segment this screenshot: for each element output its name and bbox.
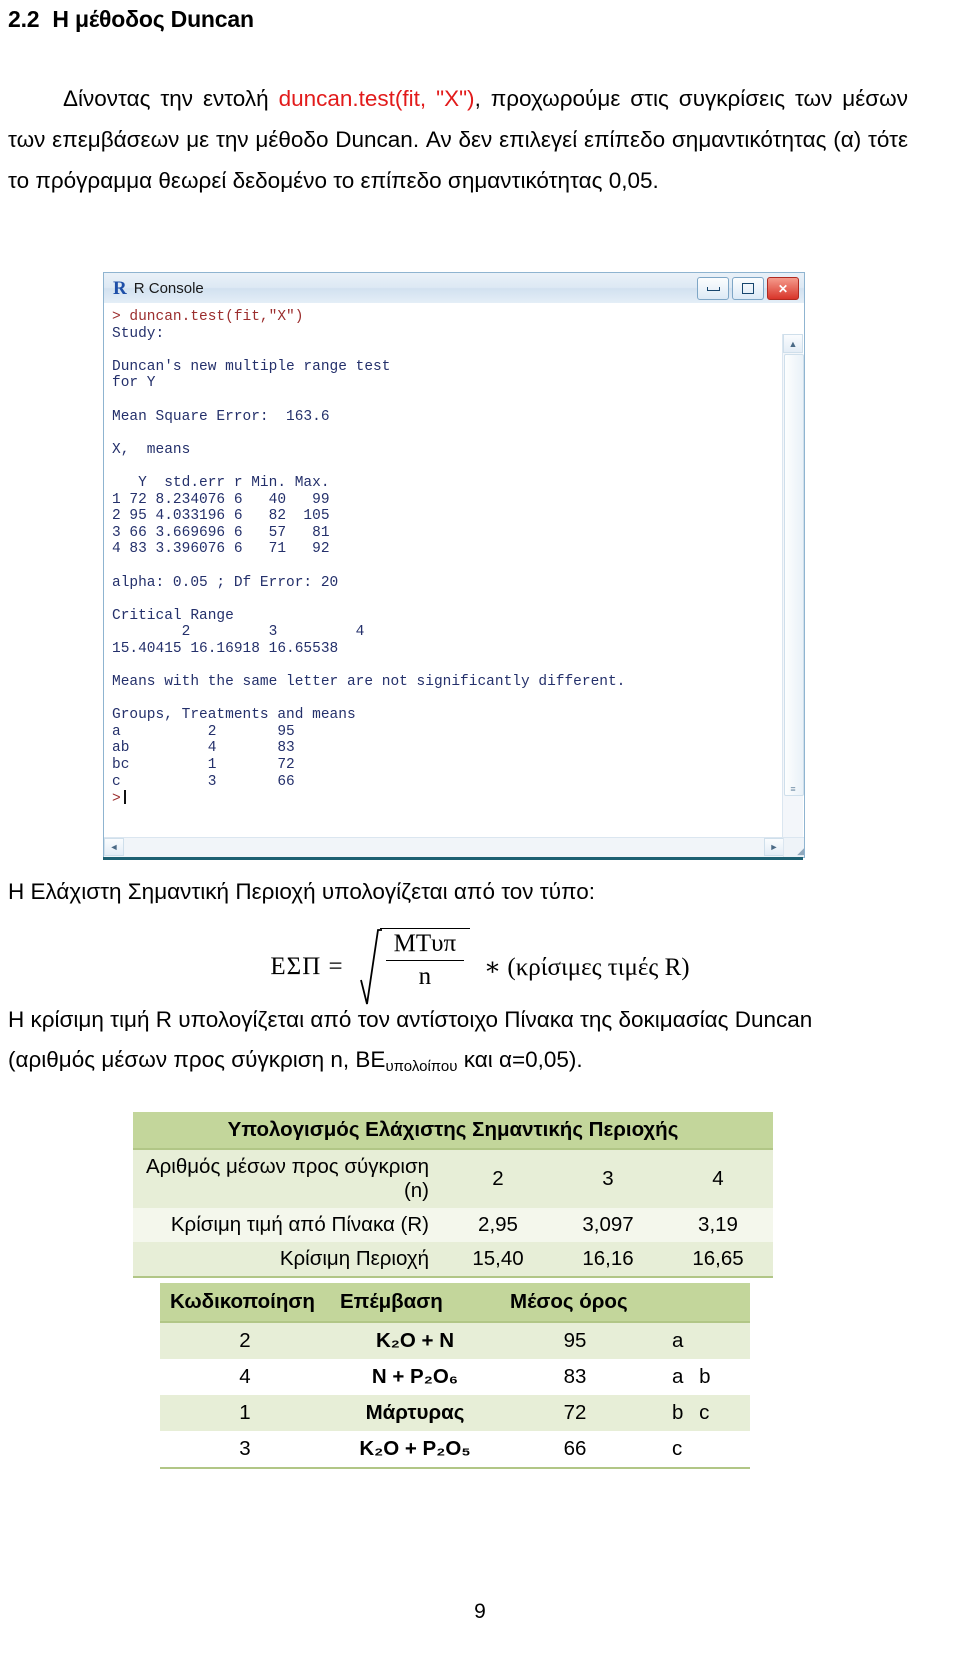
figure-underline	[103, 857, 803, 860]
maximize-icon[interactable]	[732, 277, 764, 300]
table2-row2-code: 1	[160, 1395, 330, 1431]
radical-sign	[359, 928, 382, 1006]
table1-row1-val0: 2,95	[443, 1208, 553, 1242]
table2-row2-mean: 72	[500, 1395, 650, 1431]
table2-row3-code: 3	[160, 1431, 330, 1469]
table1-title: Υπολογισμός Ελάχιστης Σημαντικής Περιοχή…	[133, 1112, 773, 1150]
page-number: 9	[474, 1600, 486, 1623]
table-row: Αριθμός μέσων προς σύγκριση (n) 2 3 4	[133, 1149, 773, 1208]
table1-row0-val2: 4	[663, 1149, 773, 1208]
inline-code-duncan-test: duncan.test(fit, "Χ")	[278, 86, 475, 111]
esp-calculation-table: Υπολογισμός Ελάχιστης Σημαντικής Περιοχή…	[133, 1112, 773, 1278]
scroll-grip-icon: ≡	[790, 784, 796, 794]
table2-header-code: Κωδικοποίηση	[160, 1283, 330, 1323]
fraction-denominator: n	[385, 960, 465, 992]
document-page: 2.2 Η μέθοδος Duncan Δίνοντας την εντολή …	[0, 0, 960, 1655]
horizontal-scrollbar[interactable]: ◄ ►	[104, 837, 784, 857]
r-prompt: >	[112, 791, 121, 808]
fraction-numerator: ΜΤυπ	[393, 930, 457, 957]
formula-intro-text: Η Ελάχιστη Σημαντική Περιοχή υπολογίζετα…	[8, 879, 595, 904]
intro-paragraph: Δίνοντας την εντολή duncan.test(fit, "Χ"…	[8, 78, 908, 201]
table-row: 2 K₂O + N 95 a	[160, 1322, 750, 1359]
treatment-means-table: Κωδικοποίηση Επέμβαση Μέσος όρος 2 K₂O +…	[160, 1283, 750, 1469]
vertical-scroll-thumb[interactable]	[784, 354, 804, 796]
table2-row0-code: 2	[160, 1322, 330, 1359]
table2-row3-treatment: K₂O + P₂O₅	[330, 1431, 500, 1469]
table2-row2-group: b c	[650, 1395, 750, 1431]
table1-row0-val0: 2	[443, 1149, 553, 1208]
explanation-line2a: (αριθμός μέσων προς σύγκριση n, ΒΕ	[8, 1047, 386, 1072]
r-logo-icon: R	[113, 277, 127, 299]
text-caret	[123, 790, 126, 805]
section-title: Η μέθοδος Duncan	[52, 6, 254, 32]
r-console-body: > duncan.test(fit,"X") Study: Duncan's n…	[104, 303, 804, 857]
fraction: ΜΤυπ n	[379, 928, 471, 1006]
scroll-left-icon[interactable]: ◄	[104, 838, 124, 856]
esp-formula: ΕΣΠ = ΜΤυπ n ∗ (κρίσιμες τιμές R)	[0, 928, 960, 1006]
table-row: 4 N + P₂O₆ 83 a b	[160, 1359, 750, 1395]
table-row: 1 Μάρτυρας 72 b c	[160, 1395, 750, 1431]
table2-row2-treatment: Μάρτυρας	[330, 1395, 500, 1431]
table1-row1-val2: 3,19	[663, 1208, 773, 1242]
close-icon[interactable]: ✕	[767, 277, 799, 300]
section-number: 2.2	[8, 6, 40, 32]
table2-row0-group: a	[650, 1322, 750, 1359]
r-console-output[interactable]: > duncan.test(fit,"X") Study: Duncan's n…	[112, 309, 780, 835]
formula-explanation: Η κρίσιμη τιμή R υπολογίζεται από τον αν…	[8, 1000, 918, 1087]
scroll-up-icon[interactable]: ▲	[783, 334, 803, 353]
scroll-right-icon[interactable]: ►	[764, 838, 784, 856]
table2-row1-treatment: N + P₂O₆	[330, 1359, 500, 1395]
table1-header-row: Υπολογισμός Ελάχιστης Σημαντικής Περιοχή…	[133, 1112, 773, 1150]
table1-row0-val1: 3	[553, 1149, 663, 1208]
table-row: 3 K₂O + P₂O₅ 66 c	[160, 1431, 750, 1469]
table1-row0-label: Αριθμός μέσων προς σύγκριση (n)	[133, 1149, 443, 1208]
resize-grip-icon[interactable]: ◢	[783, 837, 804, 857]
table2-row3-mean: 66	[500, 1431, 650, 1469]
table1-row2-val1: 16,16	[553, 1242, 663, 1278]
radical-svg	[359, 929, 382, 1005]
table2-row1-mean: 83	[500, 1359, 650, 1395]
formula-lhs: ΕΣΠ =	[270, 953, 344, 980]
paragraph-part1: Δίνοντας την εντολή	[63, 86, 279, 111]
table2-row3-group: c	[650, 1431, 750, 1469]
table-row: Κρίσιμη τιμή από Πίνακα (R) 2,95 3,097 3…	[133, 1208, 773, 1242]
table1-row1-label: Κρίσιμη τιμή από Πίνακα (R)	[133, 1208, 443, 1242]
table1-row2-val2: 16,65	[663, 1242, 773, 1278]
table2-row1-group: a b	[650, 1359, 750, 1395]
table1-row2-label: Κρίσιμη Περιοχή	[133, 1242, 443, 1278]
minimize-icon[interactable]	[697, 277, 729, 300]
table2-header-row: Κωδικοποίηση Επέμβαση Μέσος όρος	[160, 1283, 750, 1323]
table1-row2-val0: 15,40	[443, 1242, 553, 1278]
r-console-titlebar: R R Console ✕	[104, 273, 804, 304]
explanation-line2b: και α=0,05).	[457, 1047, 583, 1072]
r-command-line: > duncan.test(fit,"X")	[112, 309, 304, 325]
table-row: Κρίσιμη Περιοχή 15,40 16,16 16,65	[133, 1242, 773, 1278]
formula-rhs: ∗ (κρίσιμες τιμές R)	[484, 954, 690, 981]
table2-header-group	[650, 1283, 750, 1323]
table2-row0-treatment: K₂O + N	[330, 1322, 500, 1359]
table2-row0-mean: 95	[500, 1322, 650, 1359]
section-heading: 2.2 Η μέθοδος Duncan	[8, 6, 254, 33]
explanation-subscript: υπολοίπου	[385, 1058, 458, 1075]
vertical-scrollbar[interactable]: ▲ ≡	[782, 334, 804, 838]
window-controls: ✕	[697, 277, 799, 300]
table2-header-treatment: Επέμβαση	[330, 1283, 500, 1323]
window-title: R Console	[133, 279, 204, 297]
table2-row1-code: 4	[160, 1359, 330, 1395]
table1-row1-val1: 3,097	[553, 1208, 663, 1242]
explanation-line1: Η κρίσιμη τιμή R υπολογίζεται από τον αν…	[8, 1007, 813, 1032]
square-root-icon: ΜΤυπ n	[359, 928, 471, 1006]
r-console-window: R R Console ✕ > duncan.test(fit,"X") Stu…	[103, 272, 805, 858]
table2-header-mean: Μέσος όρος	[500, 1283, 650, 1323]
r-output-text: Study: Duncan's new multiple range test …	[112, 325, 626, 790]
